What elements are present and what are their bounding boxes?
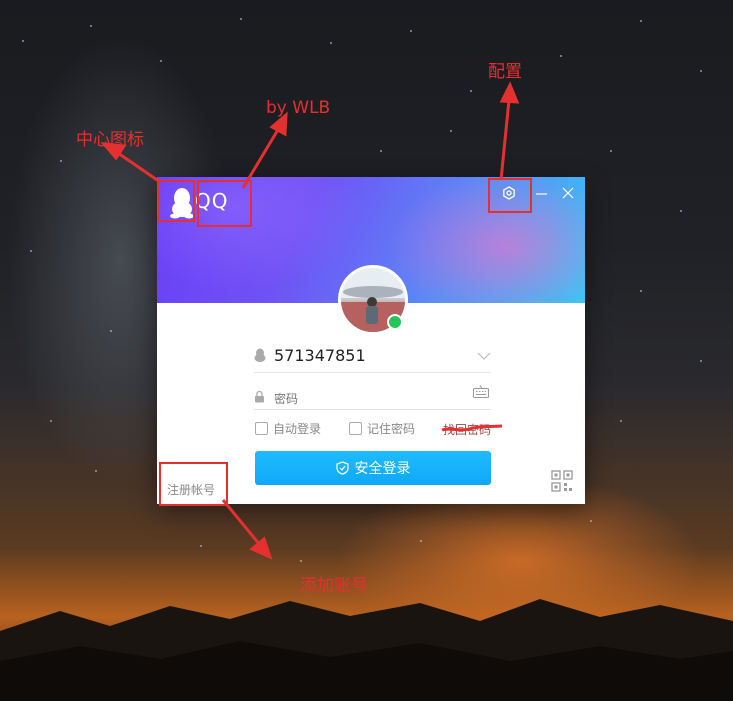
qq-account-icon	[254, 348, 266, 362]
remember-password-checkbox[interactable]	[349, 422, 362, 435]
qr-code-icon[interactable]	[551, 470, 573, 492]
auto-login-checkbox[interactable]	[255, 422, 268, 435]
logo-highlight-box	[158, 180, 195, 222]
secure-login-label: 安全登录	[354, 460, 411, 476]
settings-highlight-box	[488, 178, 532, 213]
mountain-silhouette	[0, 599, 733, 701]
shield-icon	[335, 461, 349, 475]
register-highlight-box	[159, 462, 228, 506]
online-status-indicator	[387, 314, 403, 330]
auto-login-label: 自动登录	[273, 422, 322, 436]
remember-password-label: 记住密码	[367, 422, 416, 436]
account-input[interactable]: 571347851	[254, 343, 491, 373]
annotation-by: by WLB	[266, 98, 331, 118]
minimize-icon	[535, 192, 547, 195]
close-icon	[562, 187, 574, 199]
red-scribble-mark	[441, 424, 503, 432]
annotation-add-account: 添加账号	[300, 576, 368, 596]
account-value: 571347851	[274, 346, 366, 365]
title-highlight-box	[197, 180, 252, 227]
close-button[interactable]	[558, 183, 578, 203]
annotation-center-icon: 中心图标	[76, 130, 144, 150]
password-placeholder: 密码	[274, 392, 299, 406]
password-input[interactable]: 密码	[254, 383, 491, 410]
remember-password-option[interactable]: 记住密码	[349, 420, 415, 437]
secure-login-button[interactable]: 安全登录	[255, 451, 491, 485]
auto-login-option[interactable]: 自动登录	[255, 420, 321, 437]
keyboard-icon[interactable]	[473, 385, 489, 399]
minimize-button[interactable]	[531, 183, 551, 203]
annotation-config: 配置	[488, 62, 522, 82]
lock-icon	[255, 390, 264, 403]
chevron-down-icon[interactable]	[477, 352, 491, 360]
